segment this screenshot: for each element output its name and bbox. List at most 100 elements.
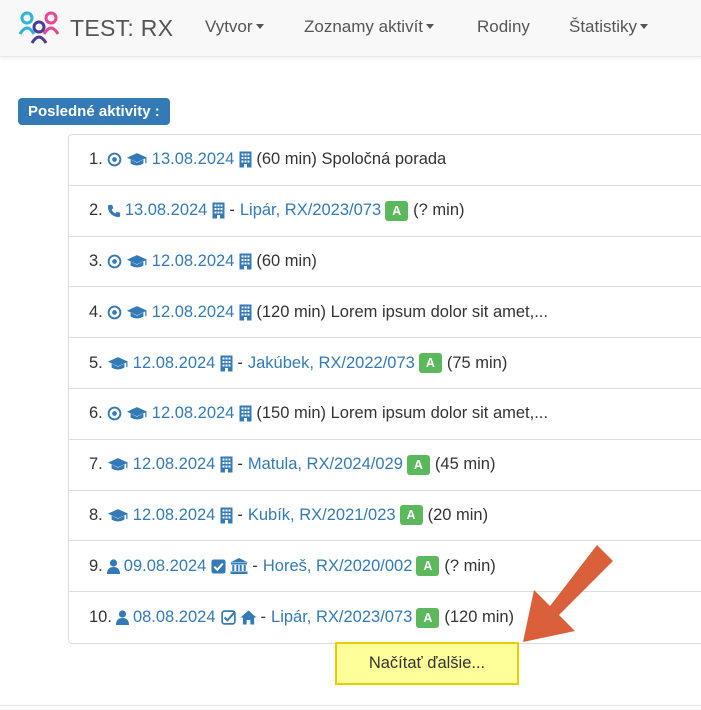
graduation-cap-icon: [126, 305, 148, 320]
activity-date-link[interactable]: 12.08.2024: [152, 303, 235, 322]
client-link[interactable]: Matula, RX/2024/029: [248, 455, 403, 474]
activity-date-link[interactable]: 12.08.2024: [133, 506, 216, 525]
list-item: 5. 12.08.2024 - Jakúbek, RX/2022/073 A (75 mi…: [69, 338, 701, 389]
activity-date-link[interactable]: 08.08.2024: [133, 608, 216, 627]
nav-create-label: Vytvor: [205, 17, 253, 36]
status-badge: A: [399, 505, 423, 526]
user-icon: [115, 610, 129, 626]
activity-number: 10.: [89, 608, 112, 627]
activity-number: 4.: [89, 302, 103, 321]
list-item: 2. 13.08.2024 - Lipár, RX/2023/073 A (? min): [69, 186, 701, 237]
activity-detail: (45 min): [434, 455, 496, 474]
activity-date-link[interactable]: 13.08.2024: [125, 201, 208, 220]
checkbox-checked-icon: [211, 559, 226, 574]
activity-number: 9.: [89, 556, 103, 575]
activity-detail: (60 min): [256, 251, 317, 270]
activity-date-link[interactable]: 09.08.2024: [124, 557, 207, 576]
list-item: 7. 12.08.2024 - Matula, RX/2024/029 A (45 min…: [69, 440, 701, 491]
graduation-cap-icon: [107, 457, 129, 472]
client-link[interactable]: Kubík, RX/2021/023: [248, 506, 396, 525]
status-badge: A: [416, 556, 440, 577]
load-more-button[interactable]: Načítať ďalšie...: [335, 642, 519, 685]
client-link[interactable]: Horeš, RX/2020/002: [263, 557, 413, 576]
building-icon: [220, 456, 233, 473]
status-badge: A: [418, 353, 442, 374]
list-item: 4. 12.08.2024 (120 min) Lorem ipsum dolor …: [69, 287, 701, 339]
separator: -: [237, 353, 243, 372]
separator: -: [237, 505, 243, 524]
activity-detail: (120 min): [444, 608, 515, 627]
phone-icon: [107, 204, 121, 218]
status-badge: A: [406, 454, 430, 475]
building-icon: [212, 202, 225, 219]
activity-number: 1.: [89, 150, 103, 169]
graduation-cap-icon: [126, 152, 148, 167]
family-logo-icon: [18, 11, 60, 44]
client-link[interactable]: Lipár, RX/2023/073: [240, 201, 381, 220]
nav-families-label: Rodiny: [477, 17, 530, 36]
activity-date-link[interactable]: 13.08.2024: [152, 150, 235, 169]
activity-number: 2.: [89, 201, 103, 220]
status-badge: A: [416, 607, 440, 628]
checkbox-outline-icon: [220, 610, 236, 625]
caret-down-icon: [426, 24, 435, 30]
activity-detail: (? min): [413, 201, 465, 220]
activity-detail: (75 min): [446, 353, 508, 372]
activity-detail: (60 min) Spoločná porada: [256, 150, 447, 169]
nav-families-link[interactable]: Rodiny: [477, 17, 530, 37]
activity-number: 3.: [89, 251, 103, 270]
separator: -: [260, 608, 267, 627]
brand-link[interactable]: TEST: RX: [18, 10, 173, 46]
building-icon: [220, 507, 233, 524]
building-icon: [239, 405, 252, 422]
target-icon: [107, 254, 122, 269]
target-icon: [107, 152, 122, 167]
nav-stats-dropdown[interactable]: Štatistiky: [569, 17, 649, 37]
client-link[interactable]: Lipár, RX/2023/073: [271, 608, 412, 627]
separator: -: [229, 201, 235, 220]
activity-number: 5.: [89, 353, 103, 372]
activity-detail: (150 min) Lorem ipsum dolor sit amet,...: [256, 404, 548, 423]
activity-number: 6.: [89, 404, 103, 423]
activity-date-link[interactable]: 12.08.2024: [152, 404, 235, 423]
building-icon: [239, 253, 252, 270]
building-icon: [239, 304, 252, 321]
section-label-recent-activities: Posledné aktivity :: [18, 98, 170, 125]
nav-lists-dropdown[interactable]: Zoznamy aktivít: [304, 17, 435, 37]
building-icon: [220, 355, 233, 372]
building-icon: [239, 151, 252, 168]
institution-icon: [230, 558, 249, 575]
list-item: 6. 12.08.2024 (150 min) Lorem ipsum dolor …: [69, 389, 701, 440]
caret-down-icon: [255, 24, 264, 30]
divider: [0, 705, 701, 706]
activity-number: 8.: [89, 505, 103, 524]
nav-lists-label: Zoznamy aktivít: [304, 17, 424, 36]
brand-title: TEST: RX: [70, 14, 174, 41]
status-badge: A: [385, 200, 409, 221]
caret-down-icon: [640, 24, 649, 30]
activity-date-link[interactable]: 12.08.2024: [152, 252, 235, 271]
separator: -: [237, 455, 243, 474]
list-item: 8. 12.08.2024 - Kubík, RX/2021/023 A (20 min): [69, 491, 701, 542]
graduation-cap-icon: [107, 356, 129, 371]
list-item: 1. 13.08.2024 (60 min) Spoločná porada: [69, 135, 701, 186]
target-icon: [107, 305, 122, 320]
activity-date-link[interactable]: 12.08.2024: [133, 455, 216, 474]
separator: -: [252, 556, 258, 575]
graduation-cap-icon: [126, 406, 148, 421]
activity-detail: (20 min): [427, 505, 489, 524]
user-icon: [106, 559, 120, 574]
target-icon: [107, 406, 122, 421]
activity-detail: (? min): [444, 556, 496, 575]
nav-stats-label: Štatistiky: [569, 17, 638, 36]
activity-date-link[interactable]: 12.08.2024: [133, 354, 216, 373]
annotation-arrow-icon: [523, 545, 613, 642]
home-icon: [240, 610, 257, 625]
graduation-cap-icon: [126, 254, 148, 269]
client-link[interactable]: Jakúbek, RX/2022/073: [248, 354, 415, 373]
list-item: 3. 12.08.2024 (60 min): [69, 237, 701, 288]
navbar: TEST: RX Vytvor Zoznamy aktivít Rodiny Š…: [0, 0, 701, 57]
nav-create-dropdown[interactable]: Vytvor: [205, 17, 264, 37]
activity-number: 7.: [89, 455, 103, 474]
graduation-cap-icon: [107, 508, 129, 523]
